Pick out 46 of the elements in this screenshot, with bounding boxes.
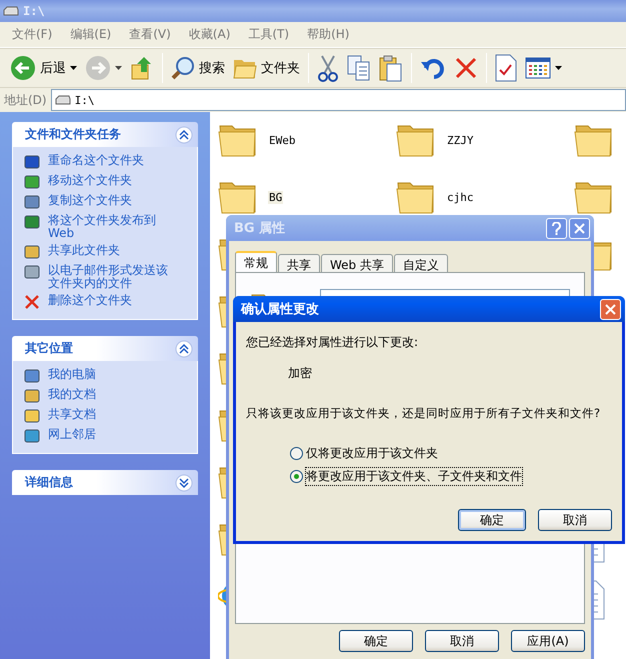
panel-header[interactable]: 详细信息 [12, 470, 198, 495]
message-text: 您已经选择对属性进行以下更改: [246, 334, 420, 351]
dialog-button[interactable]: 应用(A) [511, 630, 585, 652]
panel-header[interactable]: 其它位置 [12, 336, 198, 361]
task-link[interactable]: 重命名这个文件夹 [24, 154, 189, 170]
menu-item[interactable]: 工具(T) [240, 24, 298, 45]
menu-item[interactable]: 文件(F) [4, 24, 60, 45]
folders-button[interactable]: 文件夹 [229, 51, 304, 85]
radio-option[interactable]: 仅将更改应用于该文件夹 [290, 445, 612, 462]
menu-item[interactable]: 帮助(H) [299, 24, 358, 45]
folder-name[interactable]: BG [268, 191, 284, 204]
menu-item[interactable]: 编辑(E) [62, 24, 120, 45]
task-link[interactable]: 共享此文件夹 [24, 244, 189, 260]
task-link[interactable]: 以电子邮件形式发送该文件夹内的文件 [24, 264, 189, 290]
dialog-button[interactable]: 取消 [425, 630, 499, 652]
tab[interactable]: Web 共享 [321, 254, 393, 272]
back-button[interactable]: 后退 [6, 51, 81, 85]
window-title: I:\ [23, 4, 45, 18]
folder-name[interactable]: cjhc [446, 191, 474, 204]
task-link[interactable]: 移动这个文件夹 [24, 174, 189, 190]
address-field[interactable]: I:\ [50, 89, 626, 111]
menu-item[interactable]: 查看(V) [121, 24, 179, 45]
menu-item[interactable]: 收藏(A) [180, 24, 238, 45]
folder-name[interactable]: EWeb [268, 134, 296, 147]
task-link[interactable]: 我的电脑 [24, 368, 189, 384]
tab[interactable]: 常规 [235, 251, 277, 272]
radio-option[interactable]: 将更改应用于该文件夹、子文件夹和文件 [290, 468, 612, 485]
dialog-title: BG 属性 [234, 220, 286, 237]
task-link[interactable]: 删除这个文件夹 [24, 294, 189, 310]
task-link[interactable]: 我的文档 [24, 388, 189, 404]
change-text: 加密 [288, 365, 313, 382]
task-link[interactable]: 网上邻居 [24, 428, 189, 444]
tab[interactable]: 自定义 [394, 254, 448, 272]
task-link[interactable]: 将这个文件夹发布到 Web [24, 214, 189, 240]
tab[interactable]: 共享 [278, 254, 320, 272]
folder-name[interactable]: ZZJY [446, 134, 474, 147]
dialog-title: 确认属性更改 [241, 301, 319, 318]
dialog-button[interactable]: 确定 [458, 509, 526, 531]
task-link[interactable]: 共享文档 [24, 408, 189, 424]
task-link[interactable]: 复制这个文件夹 [24, 194, 189, 210]
search-button[interactable]: 搜索 [167, 51, 229, 85]
address-label: 地址(D) [3, 92, 48, 108]
dialog-button[interactable]: 取消 [538, 509, 612, 531]
question-text: 只将该更改应用于该文件夹，还是同时应用于所有子文件夹和文件? [246, 406, 602, 421]
dialog-button[interactable]: 确定 [339, 630, 413, 652]
panel-header[interactable]: 文件和文件夹任务 [12, 122, 198, 147]
